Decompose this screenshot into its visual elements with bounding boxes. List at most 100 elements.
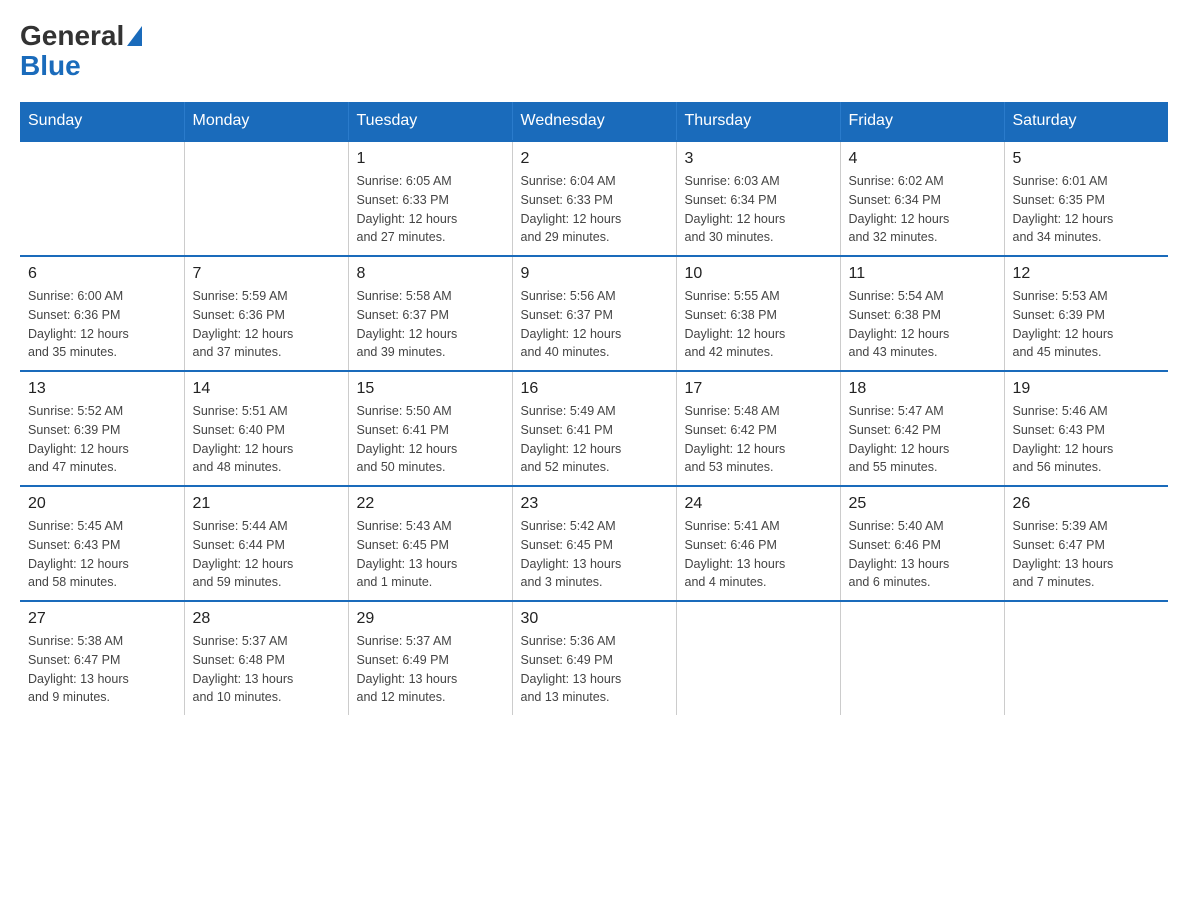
day-number: 25 [849, 495, 996, 513]
day-info: Sunrise: 5:43 AM Sunset: 6:45 PM Dayligh… [357, 517, 504, 592]
day-info: Sunrise: 5:51 AM Sunset: 6:40 PM Dayligh… [193, 402, 340, 477]
day-number: 11 [849, 265, 996, 283]
day-number: 3 [685, 150, 832, 168]
calendar-cell: 1 Sunrise: 6:05 AM Sunset: 6:33 PM Daylig… [348, 141, 512, 256]
day-header-friday: Friday [840, 102, 1004, 141]
day-info: Sunrise: 5:46 AM Sunset: 6:43 PM Dayligh… [1013, 402, 1161, 477]
calendar-cell [184, 141, 348, 256]
logo-general: General [20, 20, 124, 52]
day-number: 17 [685, 380, 832, 398]
day-number: 8 [357, 265, 504, 283]
calendar-cell: 11 Sunrise: 5:54 AM Sunset: 6:38 PM Dayli… [840, 256, 1004, 371]
day-number: 6 [28, 265, 176, 283]
day-header-wednesday: Wednesday [512, 102, 676, 141]
calendar-cell: 27 Sunrise: 5:38 AM Sunset: 6:47 PM Dayli… [20, 601, 184, 715]
day-number: 1 [357, 150, 504, 168]
calendar-cell: 14 Sunrise: 5:51 AM Sunset: 6:40 PM Dayli… [184, 371, 348, 486]
day-info: Sunrise: 5:41 AM Sunset: 6:46 PM Dayligh… [685, 517, 832, 592]
calendar-cell: 16 Sunrise: 5:49 AM Sunset: 6:41 PM Dayli… [512, 371, 676, 486]
calendar-cell: 3Sunrise: 6:03 AM Sunset: 6:34 PM Daylig… [676, 141, 840, 256]
calendar-week-row: 13Sunrise: 5:52 AM Sunset: 6:39 PM Dayli… [20, 371, 1168, 486]
day-info: Sunrise: 5:40 AM Sunset: 6:46 PM Dayligh… [849, 517, 996, 592]
day-number: 23 [521, 495, 668, 513]
day-info: Sunrise: 5:37 AM Sunset: 6:48 PM Dayligh… [193, 632, 340, 707]
day-number: 28 [193, 610, 340, 628]
calendar-cell [20, 141, 184, 256]
day-header-tuesday: Tuesday [348, 102, 512, 141]
day-number: 14 [193, 380, 340, 398]
calendar-cell: 12 Sunrise: 5:53 AM Sunset: 6:39 PM Dayli… [1004, 256, 1168, 371]
day-info: Sunrise: 5:45 AM Sunset: 6:43 PM Dayligh… [28, 517, 176, 592]
day-number: 10 [685, 265, 832, 283]
calendar-cell: 13Sunrise: 5:52 AM Sunset: 6:39 PM Dayli… [20, 371, 184, 486]
day-number: 21 [193, 495, 340, 513]
day-number: 15 [357, 380, 504, 398]
calendar-cell: 18 Sunrise: 5:47 AM Sunset: 6:42 PM Dayli… [840, 371, 1004, 486]
day-info: Sunrise: 5:48 AM Sunset: 6:42 PM Dayligh… [685, 402, 832, 477]
day-number: 12 [1013, 265, 1161, 283]
day-info: Sunrise: 5:58 AM Sunset: 6:37 PM Dayligh… [357, 287, 504, 362]
calendar-cell: 19 Sunrise: 5:46 AM Sunset: 6:43 PM Dayli… [1004, 371, 1168, 486]
calendar-table: SundayMondayTuesdayWednesdayThursdayFrid… [20, 102, 1168, 715]
calendar-cell [676, 601, 840, 715]
day-info: Sunrise: 5:50 AM Sunset: 6:41 PM Dayligh… [357, 402, 504, 477]
calendar-cell: 2 Sunrise: 6:04 AM Sunset: 6:33 PM Daylig… [512, 141, 676, 256]
day-number: 19 [1013, 380, 1161, 398]
day-info: Sunrise: 6:00 AM Sunset: 6:36 PM Dayligh… [28, 287, 176, 362]
day-info: Sunrise: 5:37 AM Sunset: 6:49 PM Dayligh… [357, 632, 504, 707]
calendar-cell [1004, 601, 1168, 715]
calendar-cell: 22 Sunrise: 5:43 AM Sunset: 6:45 PM Dayli… [348, 486, 512, 601]
day-header-thursday: Thursday [676, 102, 840, 141]
day-number: 29 [357, 610, 504, 628]
logo-blue: Blue [20, 50, 81, 82]
day-info: Sunrise: 5:38 AM Sunset: 6:47 PM Dayligh… [28, 632, 176, 707]
calendar-week-row: 20 Sunrise: 5:45 AM Sunset: 6:43 PM Dayli… [20, 486, 1168, 601]
day-number: 4 [849, 150, 996, 168]
calendar-cell: 24 Sunrise: 5:41 AM Sunset: 6:46 PM Dayli… [676, 486, 840, 601]
day-number: 20 [28, 495, 176, 513]
day-info: Sunrise: 5:44 AM Sunset: 6:44 PM Dayligh… [193, 517, 340, 592]
day-info: Sunrise: 5:59 AM Sunset: 6:36 PM Dayligh… [193, 287, 340, 362]
day-number: 22 [357, 495, 504, 513]
calendar-cell: 20 Sunrise: 5:45 AM Sunset: 6:43 PM Dayli… [20, 486, 184, 601]
day-number: 24 [685, 495, 832, 513]
calendar-cell: 25 Sunrise: 5:40 AM Sunset: 6:46 PM Dayli… [840, 486, 1004, 601]
calendar-cell: 21 Sunrise: 5:44 AM Sunset: 6:44 PM Dayli… [184, 486, 348, 601]
calendar-cell: 7 Sunrise: 5:59 AM Sunset: 6:36 PM Daylig… [184, 256, 348, 371]
calendar-header-row: SundayMondayTuesdayWednesdayThursdayFrid… [20, 102, 1168, 141]
page-header: GeneralBlue General [20, 20, 1168, 82]
day-number: 18 [849, 380, 996, 398]
day-info: Sunrise: 5:52 AM Sunset: 6:39 PM Dayligh… [28, 402, 176, 477]
day-info: Sunrise: 5:56 AM Sunset: 6:37 PM Dayligh… [521, 287, 668, 362]
day-info: Sunrise: 6:04 AM Sunset: 6:33 PM Dayligh… [521, 172, 668, 247]
day-header-monday: Monday [184, 102, 348, 141]
calendar-week-row: 6 Sunrise: 6:00 AM Sunset: 6:36 PM Daylig… [20, 256, 1168, 371]
day-number: 16 [521, 380, 668, 398]
calendar-cell: 30Sunrise: 5:36 AM Sunset: 6:49 PM Dayli… [512, 601, 676, 715]
day-info: Sunrise: 5:53 AM Sunset: 6:39 PM Dayligh… [1013, 287, 1161, 362]
day-info: Sunrise: 6:01 AM Sunset: 6:35 PM Dayligh… [1013, 172, 1161, 247]
day-info: Sunrise: 5:54 AM Sunset: 6:38 PM Dayligh… [849, 287, 996, 362]
calendar-cell: 10 Sunrise: 5:55 AM Sunset: 6:38 PM Dayli… [676, 256, 840, 371]
calendar-week-row: 1 Sunrise: 6:05 AM Sunset: 6:33 PM Daylig… [20, 141, 1168, 256]
day-number: 26 [1013, 495, 1161, 513]
day-number: 30 [521, 610, 668, 628]
calendar-cell: 6 Sunrise: 6:00 AM Sunset: 6:36 PM Daylig… [20, 256, 184, 371]
calendar-cell: 23 Sunrise: 5:42 AM Sunset: 6:45 PM Dayli… [512, 486, 676, 601]
day-info: Sunrise: 6:05 AM Sunset: 6:33 PM Dayligh… [357, 172, 504, 247]
calendar-cell: 29 Sunrise: 5:37 AM Sunset: 6:49 PM Dayli… [348, 601, 512, 715]
day-info: Sunrise: 5:49 AM Sunset: 6:41 PM Dayligh… [521, 402, 668, 477]
day-number: 5 [1013, 150, 1161, 168]
day-info: Sunrise: 5:47 AM Sunset: 6:42 PM Dayligh… [849, 402, 996, 477]
calendar-cell: 17 Sunrise: 5:48 AM Sunset: 6:42 PM Dayli… [676, 371, 840, 486]
day-number: 7 [193, 265, 340, 283]
calendar-cell: 26Sunrise: 5:39 AM Sunset: 6:47 PM Dayli… [1004, 486, 1168, 601]
day-info: Sunrise: 5:42 AM Sunset: 6:45 PM Dayligh… [521, 517, 668, 592]
calendar-cell [840, 601, 1004, 715]
calendar-cell: 5 Sunrise: 6:01 AM Sunset: 6:35 PM Daylig… [1004, 141, 1168, 256]
day-number: 2 [521, 150, 668, 168]
day-number: 9 [521, 265, 668, 283]
day-number: 27 [28, 610, 176, 628]
day-info: Sunrise: 5:55 AM Sunset: 6:38 PM Dayligh… [685, 287, 832, 362]
calendar-cell: 28 Sunrise: 5:37 AM Sunset: 6:48 PM Dayli… [184, 601, 348, 715]
